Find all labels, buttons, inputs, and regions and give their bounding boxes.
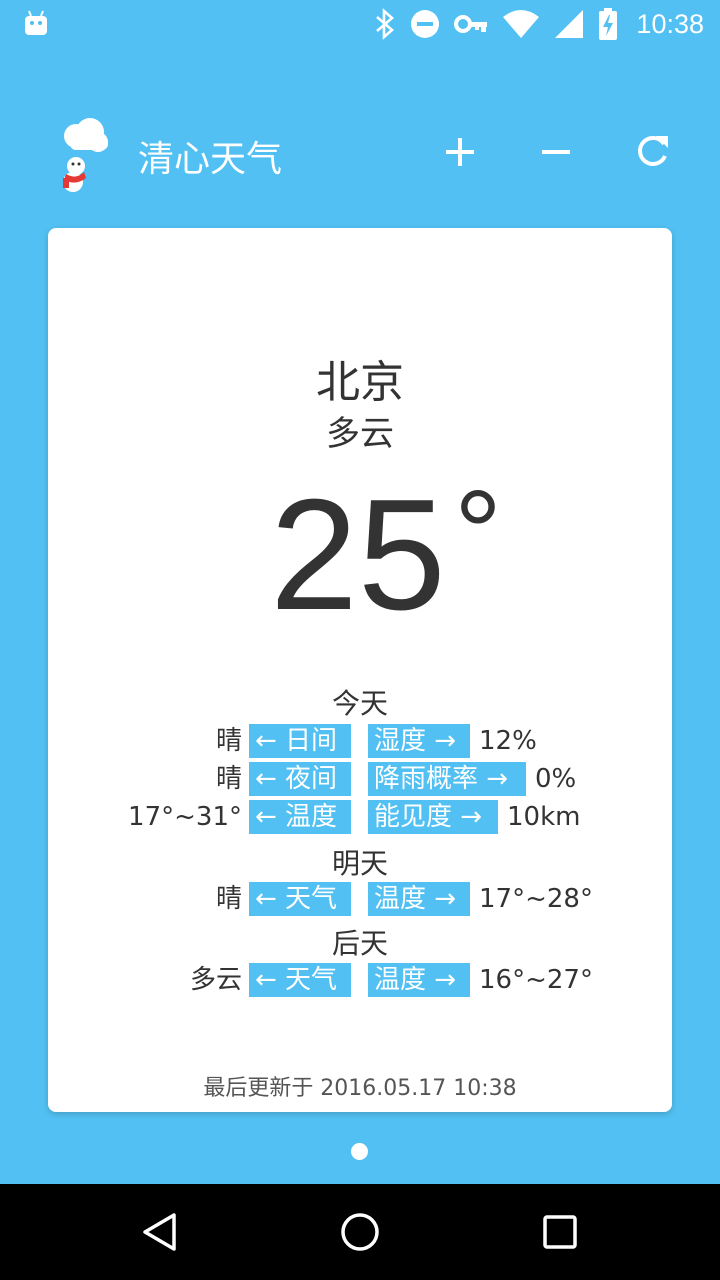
- app-logo-icon: [63, 118, 108, 192]
- vpn-key-icon: [454, 15, 488, 33]
- rain-chance-label: 降雨概率 →: [368, 762, 526, 796]
- tomorrow-weather-value: 晴: [215, 884, 242, 914]
- tomorrow-weather-label: ← 天气: [249, 882, 351, 916]
- weather-card: 北京 多云 25 ° 今天 晴 ← 日间 湿度 → 12% 晴 ← 夜间 降雨概…: [48, 228, 672, 1112]
- day-after-row: 多云 ← 天气 温度 → 16°~27°: [48, 963, 672, 997]
- signal-icon: [555, 10, 584, 38]
- minus-icon: [542, 150, 570, 154]
- app-title: 清心天气: [138, 139, 283, 180]
- visibility-label: 能见度 →: [368, 800, 498, 834]
- refresh-button[interactable]: [628, 128, 676, 176]
- today-row-temp: 17°~31° ← 温度 能见度 → 10km: [48, 800, 672, 834]
- degree-symbol: °: [454, 466, 502, 600]
- visibility-value: 10km: [507, 802, 581, 832]
- home-icon: [341, 1213, 379, 1251]
- tomorrow-temp-value: 17°~28°: [479, 884, 593, 914]
- app-header: 清心天气: [0, 110, 720, 194]
- last-updated: 最后更新于 2016.05.17 10:38: [203, 1076, 517, 1101]
- rain-chance-value: 0%: [535, 764, 577, 794]
- city-name: 北京: [316, 357, 404, 408]
- today-row-night: 晴 ← 夜间 降雨概率 → 0%: [48, 762, 672, 796]
- today-night-value: 晴: [215, 764, 242, 794]
- today-night-label: ← 夜间: [249, 762, 351, 796]
- wifi-icon: [503, 10, 540, 38]
- today-title: 今天: [331, 687, 388, 720]
- current-temperature: 25: [270, 467, 446, 643]
- back-icon: [143, 1213, 176, 1251]
- tomorrow-row: 晴 ← 天气 温度 → 17°~28°: [48, 882, 672, 916]
- recents-icon: [543, 1215, 577, 1249]
- day-after-temp-label: 温度 →: [368, 963, 470, 997]
- humidity-label: 湿度 →: [368, 724, 470, 758]
- battery-charging-icon: [599, 8, 618, 40]
- today-day-value: 晴: [215, 726, 242, 756]
- tomorrow-temp-label: 温度 →: [368, 882, 470, 916]
- remove-city-button[interactable]: [532, 128, 580, 176]
- day-after-title: 后天: [331, 927, 388, 960]
- android-icon: [25, 10, 47, 35]
- today-day-label: ← 日间: [249, 724, 351, 758]
- add-city-button[interactable]: [436, 128, 484, 176]
- day-after-weather-value: 多云: [189, 965, 242, 995]
- today-row-day: 晴 ← 日间 湿度 → 12%: [48, 724, 672, 758]
- status-time: 10:38: [636, 8, 704, 39]
- page-indicator-dot: [351, 1143, 368, 1160]
- day-after-temp-value: 16°~27°: [479, 965, 593, 995]
- today-temp-label: ← 温度: [249, 800, 351, 834]
- home-button[interactable]: [336, 1208, 384, 1256]
- dnd-icon: [411, 10, 440, 38]
- tomorrow-title: 明天: [331, 847, 388, 880]
- navigation-bar: [0, 1184, 720, 1280]
- bluetooth-icon: [376, 8, 395, 40]
- refresh-icon: [638, 136, 668, 166]
- today-temp-range: 17°~31°: [128, 802, 242, 832]
- status-bar: 10:38: [0, 0, 720, 48]
- day-after-weather-label: ← 天气: [249, 963, 351, 997]
- back-button[interactable]: [136, 1208, 184, 1256]
- recents-button[interactable]: [536, 1208, 584, 1256]
- humidity-value: 12%: [479, 726, 537, 756]
- current-condition: 多云: [326, 414, 394, 454]
- plus-icon: [446, 138, 474, 166]
